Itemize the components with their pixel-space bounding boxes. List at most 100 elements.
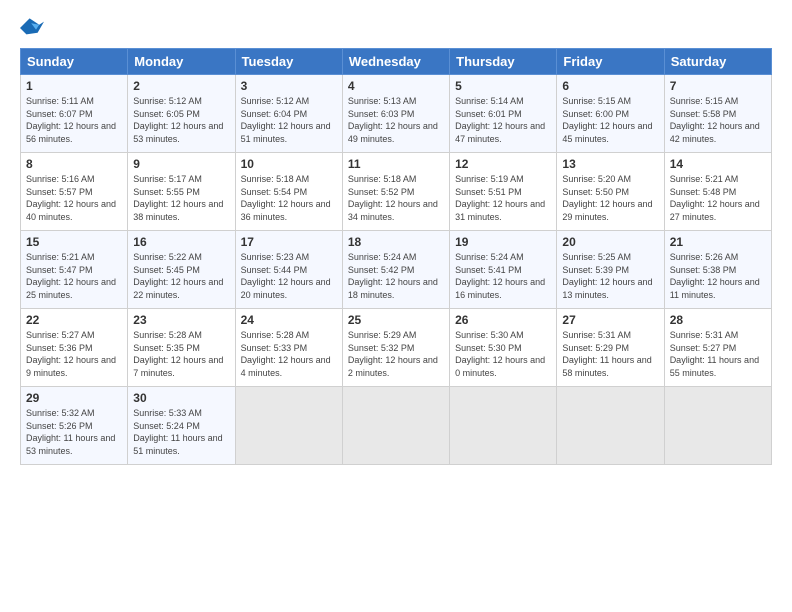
day-number: 24 [241,313,337,327]
day-cell [664,387,771,465]
day-cell: 19 Sunrise: 5:24 AM Sunset: 5:41 PM Dayl… [450,231,557,309]
sunrise-label: Sunrise: 5:28 AM [133,330,202,340]
day-info: Sunrise: 5:13 AM Sunset: 6:03 PM Dayligh… [348,95,444,145]
day-info: Sunrise: 5:14 AM Sunset: 6:01 PM Dayligh… [455,95,551,145]
day-cell: 10 Sunrise: 5:18 AM Sunset: 5:54 PM Dayl… [235,153,342,231]
day-info: Sunrise: 5:11 AM Sunset: 6:07 PM Dayligh… [26,95,122,145]
sunrise-label: Sunrise: 5:12 AM [241,96,310,106]
daylight-label: Daylight: 12 hours and 40 minutes. [26,199,116,222]
sunset-label: Sunset: 5:50 PM [562,187,629,197]
daylight-label: Daylight: 12 hours and 18 minutes. [348,277,438,300]
daylight-label: Daylight: 12 hours and 45 minutes. [562,121,652,144]
sunset-label: Sunset: 6:05 PM [133,109,200,119]
day-info: Sunrise: 5:12 AM Sunset: 6:05 PM Dayligh… [133,95,229,145]
day-info: Sunrise: 5:33 AM Sunset: 5:24 PM Dayligh… [133,407,229,457]
sunset-label: Sunset: 5:57 PM [26,187,93,197]
week-row-4: 22 Sunrise: 5:27 AM Sunset: 5:36 PM Dayl… [21,309,772,387]
day-cell: 12 Sunrise: 5:19 AM Sunset: 5:51 PM Dayl… [450,153,557,231]
daylight-label: Daylight: 12 hours and 7 minutes. [133,355,223,378]
day-number: 28 [670,313,766,327]
day-info: Sunrise: 5:31 AM Sunset: 5:27 PM Dayligh… [670,329,766,379]
day-info: Sunrise: 5:30 AM Sunset: 5:30 PM Dayligh… [455,329,551,379]
daylight-label: Daylight: 11 hours and 53 minutes. [26,433,115,456]
day-cell: 24 Sunrise: 5:28 AM Sunset: 5:33 PM Dayl… [235,309,342,387]
daylight-label: Daylight: 12 hours and 47 minutes. [455,121,545,144]
logo-bird-icon [20,18,44,38]
day-number: 13 [562,157,658,171]
daylight-label: Daylight: 12 hours and 27 minutes. [670,199,760,222]
day-cell: 26 Sunrise: 5:30 AM Sunset: 5:30 PM Dayl… [450,309,557,387]
sunrise-label: Sunrise: 5:15 AM [562,96,631,106]
sunset-label: Sunset: 5:39 PM [562,265,629,275]
day-info: Sunrise: 5:15 AM Sunset: 5:58 PM Dayligh… [670,95,766,145]
sunset-label: Sunset: 5:33 PM [241,343,308,353]
sunrise-label: Sunrise: 5:17 AM [133,174,202,184]
calendar-table: SundayMondayTuesdayWednesdayThursdayFrid… [20,48,772,465]
day-info: Sunrise: 5:29 AM Sunset: 5:32 PM Dayligh… [348,329,444,379]
sunrise-label: Sunrise: 5:23 AM [241,252,310,262]
day-cell [235,387,342,465]
day-cell: 3 Sunrise: 5:12 AM Sunset: 6:04 PM Dayli… [235,75,342,153]
sunrise-label: Sunrise: 5:18 AM [348,174,417,184]
day-number: 21 [670,235,766,249]
sunset-label: Sunset: 5:27 PM [670,343,737,353]
week-row-1: 1 Sunrise: 5:11 AM Sunset: 6:07 PM Dayli… [21,75,772,153]
header-tuesday: Tuesday [235,49,342,75]
sunset-label: Sunset: 5:48 PM [670,187,737,197]
day-cell: 6 Sunrise: 5:15 AM Sunset: 6:00 PM Dayli… [557,75,664,153]
sunrise-label: Sunrise: 5:31 AM [562,330,631,340]
header-saturday: Saturday [664,49,771,75]
day-cell [450,387,557,465]
day-number: 19 [455,235,551,249]
day-number: 12 [455,157,551,171]
sunset-label: Sunset: 5:29 PM [562,343,629,353]
header-thursday: Thursday [450,49,557,75]
sunset-label: Sunset: 5:35 PM [133,343,200,353]
sunrise-label: Sunrise: 5:13 AM [348,96,417,106]
day-cell: 23 Sunrise: 5:28 AM Sunset: 5:35 PM Dayl… [128,309,235,387]
day-number: 4 [348,79,444,93]
sunset-label: Sunset: 6:03 PM [348,109,415,119]
sunset-label: Sunset: 5:38 PM [670,265,737,275]
daylight-label: Daylight: 12 hours and 4 minutes. [241,355,331,378]
daylight-label: Daylight: 12 hours and 31 minutes. [455,199,545,222]
day-number: 14 [670,157,766,171]
day-cell: 7 Sunrise: 5:15 AM Sunset: 5:58 PM Dayli… [664,75,771,153]
sunrise-label: Sunrise: 5:33 AM [133,408,202,418]
day-number: 23 [133,313,229,327]
day-info: Sunrise: 5:27 AM Sunset: 5:36 PM Dayligh… [26,329,122,379]
day-cell: 14 Sunrise: 5:21 AM Sunset: 5:48 PM Dayl… [664,153,771,231]
sunset-label: Sunset: 6:04 PM [241,109,308,119]
day-info: Sunrise: 5:26 AM Sunset: 5:38 PM Dayligh… [670,251,766,301]
daylight-label: Daylight: 11 hours and 58 minutes. [562,355,651,378]
day-cell: 13 Sunrise: 5:20 AM Sunset: 5:50 PM Dayl… [557,153,664,231]
day-info: Sunrise: 5:32 AM Sunset: 5:26 PM Dayligh… [26,407,122,457]
day-info: Sunrise: 5:28 AM Sunset: 5:35 PM Dayligh… [133,329,229,379]
day-number: 16 [133,235,229,249]
sunset-label: Sunset: 6:01 PM [455,109,522,119]
day-number: 22 [26,313,122,327]
sunset-label: Sunset: 5:24 PM [133,421,200,431]
sunrise-label: Sunrise: 5:16 AM [26,174,95,184]
day-cell: 28 Sunrise: 5:31 AM Sunset: 5:27 PM Dayl… [664,309,771,387]
sunset-label: Sunset: 5:55 PM [133,187,200,197]
day-number: 8 [26,157,122,171]
day-number: 26 [455,313,551,327]
sunrise-label: Sunrise: 5:20 AM [562,174,631,184]
day-info: Sunrise: 5:31 AM Sunset: 5:29 PM Dayligh… [562,329,658,379]
sunset-label: Sunset: 5:52 PM [348,187,415,197]
day-cell [342,387,449,465]
sunrise-label: Sunrise: 5:22 AM [133,252,202,262]
sunrise-label: Sunrise: 5:11 AM [26,96,94,106]
sunrise-label: Sunrise: 5:32 AM [26,408,95,418]
header-friday: Friday [557,49,664,75]
daylight-label: Daylight: 12 hours and 29 minutes. [562,199,652,222]
day-number: 17 [241,235,337,249]
header-monday: Monday [128,49,235,75]
day-cell [557,387,664,465]
daylight-label: Daylight: 12 hours and 13 minutes. [562,277,652,300]
day-cell: 25 Sunrise: 5:29 AM Sunset: 5:32 PM Dayl… [342,309,449,387]
header [20,18,772,38]
day-info: Sunrise: 5:17 AM Sunset: 5:55 PM Dayligh… [133,173,229,223]
sunrise-label: Sunrise: 5:28 AM [241,330,310,340]
